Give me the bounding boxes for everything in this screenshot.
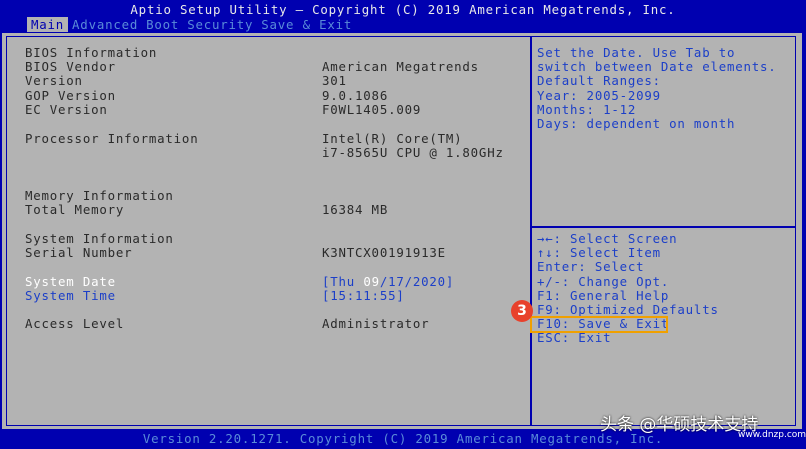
tab-boot[interactable]: Boot xyxy=(142,17,183,32)
system-date-prefix: [Thu xyxy=(322,274,364,289)
system-date-suffix: /17/2020] xyxy=(379,274,455,289)
system-information-heading: System Information xyxy=(25,231,174,246)
system-date-field[interactable]: [Thu 09/17/2020] xyxy=(322,275,454,289)
help-line-6: Days: dependent on month xyxy=(537,116,736,131)
key-general-help: F1: General Help xyxy=(537,288,670,303)
app-title: Aptio Setup Utility – Copyright (C) 2019… xyxy=(130,2,676,17)
system-date-month[interactable]: 09 xyxy=(363,274,380,289)
watermark-site: www.dnzp.com xyxy=(738,430,806,440)
help-line-1: Set the Date. Use Tab to xyxy=(537,45,736,60)
help-line-2: switch between Date elements. xyxy=(537,59,777,74)
version-value: 301 xyxy=(322,73,347,88)
help-separator xyxy=(532,226,796,228)
processor-information-label: Processor Information xyxy=(25,131,199,146)
key-enter-select: Enter: Select xyxy=(537,259,645,274)
memory-information-heading: Memory Information xyxy=(25,188,174,203)
processor-line-1: Intel(R) Core(TM) xyxy=(322,131,463,146)
key-esc-exit: ESC: Exit xyxy=(537,330,612,345)
key-optimized-defaults: F9: Optimized Defaults xyxy=(537,302,719,317)
watermark-text: 头条 @华硕技术支持 xyxy=(600,415,759,435)
help-line-5: Months: 1-12 xyxy=(537,102,637,117)
system-date-label[interactable]: System Date xyxy=(25,275,116,289)
total-memory-value: 16384 MB xyxy=(322,202,389,217)
version-label: Version xyxy=(25,73,83,88)
main-panel: BIOS Information BIOS Vendor American Me… xyxy=(2,33,802,429)
key-select-screen: →←: Select Screen xyxy=(537,231,678,246)
panel-divider xyxy=(530,36,532,426)
total-memory-label: Total Memory xyxy=(25,202,125,217)
ec-version-value: F0WL1405.009 xyxy=(322,102,422,117)
serial-number-label: Serial Number xyxy=(25,245,133,260)
system-time-label[interactable]: System Time xyxy=(25,289,116,303)
bios-information-heading: BIOS Information xyxy=(25,45,158,60)
tab-save-exit[interactable]: Save & Exit xyxy=(257,17,356,32)
bios-vendor-label: BIOS Vendor xyxy=(25,59,116,74)
help-line-3: Default Ranges: xyxy=(537,73,661,88)
tab-main[interactable]: Main xyxy=(27,17,69,32)
menu-tabs: Main Advanced Boot Security Save & Exit xyxy=(27,17,356,32)
ec-version-label: EC Version xyxy=(25,102,108,117)
system-time-field[interactable]: [15:11:55] xyxy=(322,289,405,303)
processor-line-2: i7-8565U CPU @ 1.80GHz xyxy=(322,145,504,160)
key-select-item: ↑↓: Select Item xyxy=(537,245,661,260)
help-line-4: Year: 2005-2099 xyxy=(537,88,661,103)
tab-advanced[interactable]: Advanced xyxy=(68,17,142,32)
key-change-opt: +/-: Change Opt. xyxy=(537,274,670,289)
gop-version-label: GOP Version xyxy=(25,88,116,103)
tab-security[interactable]: Security xyxy=(183,17,257,32)
title-bar: Aptio Setup Utility – Copyright (C) 2019… xyxy=(0,0,806,33)
save-exit-highlight-box xyxy=(530,316,668,333)
serial-number-value: K3NTCX00191913E xyxy=(322,245,446,260)
access-level-label: Access Level xyxy=(25,316,125,331)
access-level-value: Administrator xyxy=(322,316,430,331)
step-number-badge: 3 xyxy=(511,300,533,322)
bios-vendor-value: American Megatrends xyxy=(322,59,479,74)
gop-version-value: 9.0.1086 xyxy=(322,88,389,103)
